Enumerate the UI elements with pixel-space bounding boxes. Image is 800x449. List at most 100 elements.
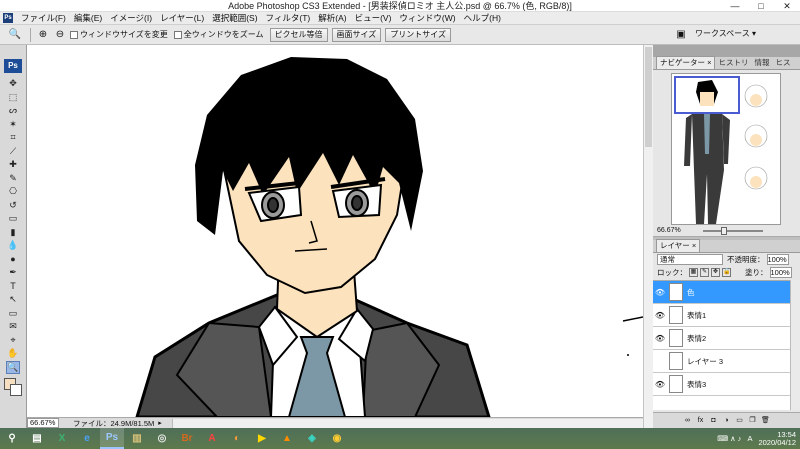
delete-layer-icon[interactable]: 🗑 [761, 416, 770, 425]
adjustment-layer-icon[interactable]: ◑ [722, 416, 731, 425]
stamp-icon[interactable]: ⎔ [6, 185, 20, 199]
path-select-icon[interactable]: ↖ [6, 293, 20, 307]
new-layer-icon[interactable]: ❐ [748, 416, 757, 425]
tab-close-icon[interactable]: × [707, 58, 711, 67]
lock-position-icon[interactable]: ✥ [711, 268, 720, 277]
clock[interactable]: 13:54 2020/04/12 [758, 430, 796, 447]
brush-icon[interactable]: ✎ [6, 172, 20, 186]
zoom-level-field[interactable]: 66.67% [27, 418, 59, 428]
vertical-scrollbar[interactable] [643, 45, 653, 428]
crop-icon[interactable]: ⌗ [6, 131, 20, 145]
layer-row[interactable]: 👁 表情1 [653, 304, 790, 327]
healing-icon[interactable]: ✚ [6, 158, 20, 172]
menu-file[interactable]: ファイル(F) [17, 12, 70, 25]
workspace-menu[interactable]: ワークスペース ▾ [691, 28, 760, 42]
lock-transparency-icon[interactable]: ▦ [689, 268, 698, 277]
media-player-icon[interactable]: ▶ [250, 428, 274, 449]
fit-screen-button[interactable]: 画面サイズ [331, 27, 382, 42]
document-canvas[interactable] [27, 45, 643, 417]
hand-icon[interactable]: ✋ [6, 347, 20, 361]
close-button[interactable]: ✕ [774, 0, 800, 12]
tab-navigator[interactable]: ナビゲーター × [656, 56, 716, 69]
app-icon[interactable]: ◎ [150, 428, 174, 449]
explorer-icon[interactable]: ▥ [125, 428, 149, 449]
magic-wand-icon[interactable]: ✶ [6, 118, 20, 132]
photoshop-icon[interactable]: Ps [100, 428, 124, 449]
menu-window[interactable]: ウィンドウ(W) [395, 12, 459, 25]
status-menu-arrow[interactable]: ▸ [158, 419, 162, 427]
visibility-eye-icon[interactable]: 👁 [653, 334, 667, 343]
search-icon[interactable]: ⚲ [0, 428, 24, 449]
resize-windows-checkbox[interactable]: ウィンドウサイズを変更 [70, 29, 168, 40]
blend-mode-select[interactable]: 通常 [657, 254, 723, 265]
maximize-button[interactable]: □ [748, 0, 774, 12]
tab-histogram[interactable]: ヒス [772, 57, 793, 69]
visibility-eye-icon[interactable]: 👁 [653, 380, 667, 389]
vlc-icon[interactable]: ▲ [275, 428, 299, 449]
tray-icons[interactable]: ⌨ ∧ ♪ [717, 434, 741, 443]
layer-row[interactable]: 👁 色 [653, 281, 790, 304]
fill-input[interactable]: 100% [769, 267, 792, 278]
link-layers-icon[interactable]: ∞ [683, 416, 692, 425]
excel-icon[interactable]: X [50, 428, 74, 449]
eyedropper-icon[interactable]: ⌖ [6, 334, 20, 348]
gradient-icon[interactable]: ▮ [6, 226, 20, 240]
ime-indicator[interactable]: A [747, 434, 752, 443]
dodge-icon[interactable]: ● [6, 253, 20, 267]
menu-filter[interactable]: フィルタ(T) [262, 12, 315, 25]
app-icon[interactable]: Ps [3, 13, 13, 23]
history-brush-icon[interactable]: ↺ [6, 199, 20, 213]
menu-view[interactable]: ビュー(V) [351, 12, 396, 25]
navigator-zoom-value[interactable]: 66.67% [657, 227, 681, 234]
menu-image[interactable]: イメージ(I) [106, 12, 156, 25]
blur-icon[interactable]: 💧 [6, 239, 20, 253]
color-swatches[interactable] [0, 378, 26, 404]
slice-icon[interactable]: ⟋ [6, 145, 20, 159]
visibility-eye-icon[interactable]: 👁 [653, 288, 667, 297]
layer-style-icon[interactable]: fx [696, 416, 705, 425]
type-icon[interactable]: T [6, 280, 20, 294]
lasso-icon[interactable]: ᔕ [6, 104, 20, 118]
layer-row[interactable]: レイヤー 3 [653, 350, 790, 373]
zoom-tool-icon[interactable]: 🔍 [8, 28, 22, 42]
edge-new-icon[interactable]: ◈ [300, 428, 324, 449]
layers-scrollbar[interactable] [790, 280, 800, 410]
slider-handle[interactable] [720, 226, 727, 235]
tab-layers[interactable]: レイヤー × [656, 239, 701, 252]
menu-select[interactable]: 選択範囲(S) [208, 12, 261, 25]
new-group-icon[interactable]: ▭ [735, 416, 744, 425]
menu-edit[interactable]: 編集(E) [70, 12, 106, 25]
minimize-button[interactable]: — [722, 0, 748, 12]
tab-info[interactable]: 情報 [751, 57, 772, 69]
opacity-input[interactable]: 100% [766, 254, 789, 265]
notes-icon[interactable]: ✉ [6, 320, 20, 334]
eraser-icon[interactable]: ▭ [6, 212, 20, 226]
navigator-thumbnail[interactable] [671, 73, 781, 225]
tab-history[interactable]: ヒストリ [715, 57, 751, 69]
lock-image-icon[interactable]: ✎ [700, 268, 709, 277]
scrollbar-thumb[interactable] [645, 47, 652, 147]
lock-all-icon[interactable]: 🔒 [722, 268, 731, 277]
zoom-in-icon[interactable]: ⊕ [36, 28, 50, 42]
background-color[interactable] [10, 384, 22, 396]
palette-well-icon[interactable]: ▣ [674, 28, 688, 42]
illustrator-icon[interactable]: ◐ [225, 428, 249, 449]
navigator-view-box[interactable] [674, 76, 740, 114]
photoshop-logo[interactable]: Ps [4, 59, 22, 73]
bridge-icon[interactable]: Br [175, 428, 199, 449]
menu-help[interactable]: ヘルプ(H) [460, 12, 505, 25]
layer-row[interactable]: 👁 表情3 [653, 373, 790, 396]
zoom-all-checkbox[interactable]: 全ウィンドウをズーム [173, 29, 264, 40]
navigator-zoom-slider[interactable] [702, 226, 763, 235]
actual-pixels-button[interactable]: ピクセル等倍 [269, 27, 328, 42]
horizontal-scrollbar[interactable] [171, 418, 643, 428]
zoom-out-icon[interactable]: ⊖ [53, 28, 67, 42]
chrome-icon[interactable]: ◉ [325, 428, 349, 449]
pen-icon[interactable]: ✒ [6, 266, 20, 280]
menu-layer[interactable]: レイヤー(L) [156, 12, 208, 25]
move-icon[interactable]: ✥ [6, 77, 20, 91]
task-view-icon[interactable]: ▤ [25, 428, 49, 449]
zoom-icon[interactable]: 🔍 [6, 360, 20, 374]
layer-mask-icon[interactable]: ◘ [709, 416, 718, 425]
print-size-button[interactable]: プリントサイズ [385, 27, 452, 42]
